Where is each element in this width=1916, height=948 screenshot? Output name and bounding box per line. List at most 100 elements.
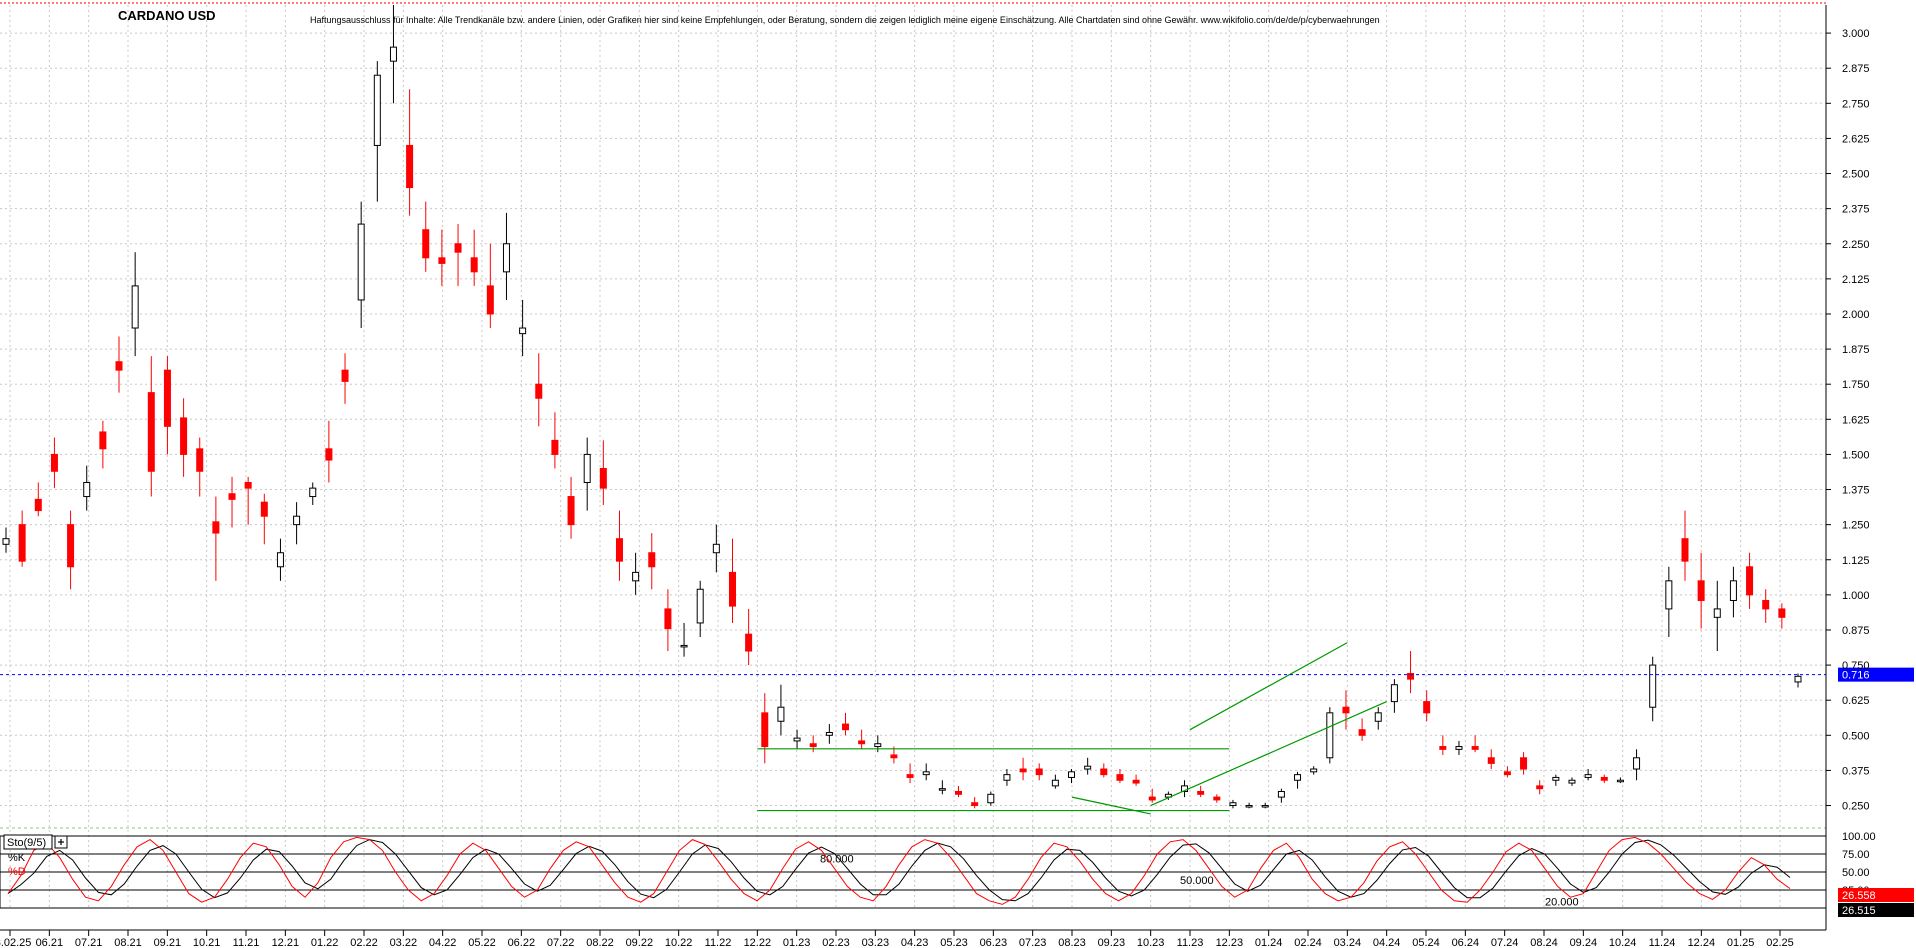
- candle-body: [874, 743, 882, 748]
- candle-body: [293, 515, 301, 526]
- candle-body: [454, 243, 462, 253]
- candle-body: [1584, 774, 1592, 778]
- y-tick-label: 1.750: [1842, 379, 1870, 391]
- candle-body: [777, 706, 785, 722]
- x-tick-label: 11.22: [705, 937, 732, 948]
- candle-body: [1713, 608, 1721, 618]
- candle-body: [1439, 746, 1447, 750]
- candle-body: [83, 482, 91, 498]
- candle-body: [987, 793, 995, 804]
- candle-body: [67, 524, 75, 568]
- x-tick-label: 12.22: [744, 937, 772, 948]
- candle-body: [1552, 776, 1560, 781]
- x-tick-label: 10.23: [1137, 937, 1165, 948]
- d-label: %D: [8, 866, 26, 878]
- candle-body: [1455, 746, 1463, 750]
- y-tick-label: 1.875: [1842, 344, 1870, 356]
- candle-body: [389, 46, 397, 62]
- candle-body: [1729, 580, 1737, 601]
- candle-body: [1310, 768, 1318, 773]
- candle-body: [1794, 675, 1802, 683]
- candle-body: [34, 498, 42, 512]
- y-tick-label: 1.500: [1842, 449, 1870, 461]
- candle-body: [502, 243, 510, 273]
- candle-body: [793, 737, 801, 742]
- candle-body: [1390, 684, 1398, 703]
- candle-body: [406, 144, 414, 189]
- y-tick-label: 1.125: [1842, 555, 1870, 567]
- x-tick-label: 05.23: [940, 937, 968, 948]
- candle-body: [890, 754, 898, 759]
- y-tick-label: 2.250: [1842, 239, 1870, 251]
- x-tick-label: 05.22: [468, 937, 496, 948]
- candle-body: [841, 723, 849, 731]
- x-tick-label: 02.23: [822, 937, 850, 948]
- candle-body: [1035, 768, 1043, 776]
- y-tick-label: 2.000: [1842, 309, 1870, 321]
- candle-body: [422, 229, 430, 259]
- candle-body: [971, 802, 979, 807]
- x-tick-label: 03.24: [1334, 937, 1362, 948]
- candle-body: [196, 448, 204, 472]
- candle-body: [1697, 580, 1705, 601]
- y-tick-label: 1.000: [1842, 590, 1870, 602]
- disclaimer-text: Haftungsausschluss für Inhalte: Alle Tre…: [310, 15, 1380, 25]
- candle-body: [1374, 712, 1382, 722]
- y-tick-label: 1.250: [1842, 520, 1870, 532]
- candle-body: [1665, 580, 1673, 610]
- candle-body: [1213, 796, 1221, 801]
- candle-body: [1326, 712, 1334, 759]
- candle-body: [470, 257, 478, 273]
- candle-body: [535, 383, 543, 399]
- candle-body: [712, 543, 720, 554]
- candle-body: [1245, 805, 1253, 808]
- x-tick-label: 06.23: [980, 937, 1008, 948]
- candle-body: [325, 448, 333, 461]
- x-tick-label: 12.23: [1216, 937, 1244, 948]
- k-label: %K: [8, 852, 26, 864]
- stochastic-level-label: 100.00: [1842, 831, 1876, 843]
- candle-body: [1116, 774, 1124, 781]
- candle-body: [486, 285, 494, 315]
- candle-body: [615, 538, 623, 562]
- candle-body: [938, 788, 946, 791]
- candle-body: [519, 327, 527, 335]
- candle-body: [1616, 779, 1624, 783]
- y-tick-label: 1.375: [1842, 485, 1870, 497]
- x-tick-label: 07.24: [1491, 937, 1519, 948]
- candle-body: [922, 771, 930, 776]
- candle-body: [147, 392, 155, 472]
- x-tick-label: 10.24: [1609, 937, 1637, 948]
- x-tick-label: 06.21: [36, 937, 64, 948]
- y-tick-label: 0.625: [1842, 695, 1870, 707]
- x-tick-label: 01.24: [1255, 937, 1283, 948]
- y-tick-label: 0.250: [1842, 801, 1870, 813]
- x-tick-label: 02.24: [1294, 937, 1322, 948]
- candle-body: [228, 493, 236, 500]
- stochastic-level-label: 75.00: [1842, 849, 1870, 861]
- candle-body: [680, 644, 688, 648]
- candle-body: [583, 453, 591, 484]
- candle-body: [906, 774, 914, 778]
- chart-background: [0, 0, 1916, 948]
- candle-body: [1520, 757, 1528, 770]
- y-tick-label: 2.125: [1842, 274, 1870, 286]
- candle-body: [1003, 774, 1011, 781]
- candle-body: [1633, 757, 1641, 770]
- candle-body: [1277, 790, 1285, 798]
- x-tick-label: 10.22: [665, 937, 693, 948]
- x-tick-label: 03.02.25: [0, 937, 31, 948]
- x-tick-label: 02.22: [350, 937, 378, 948]
- candle-body: [1100, 768, 1108, 776]
- candle-body: [180, 417, 188, 455]
- candle-body: [728, 571, 736, 607]
- candle-body: [341, 369, 349, 382]
- x-tick-label: 04.22: [429, 937, 457, 948]
- candle-body: [1229, 802, 1237, 807]
- x-tick-label: 12.24: [1688, 937, 1716, 948]
- candle-body: [18, 524, 26, 562]
- candle-body: [858, 740, 866, 745]
- x-tick-label: 11.21: [233, 937, 260, 948]
- candle-body: [648, 552, 656, 568]
- candle-body: [551, 439, 559, 455]
